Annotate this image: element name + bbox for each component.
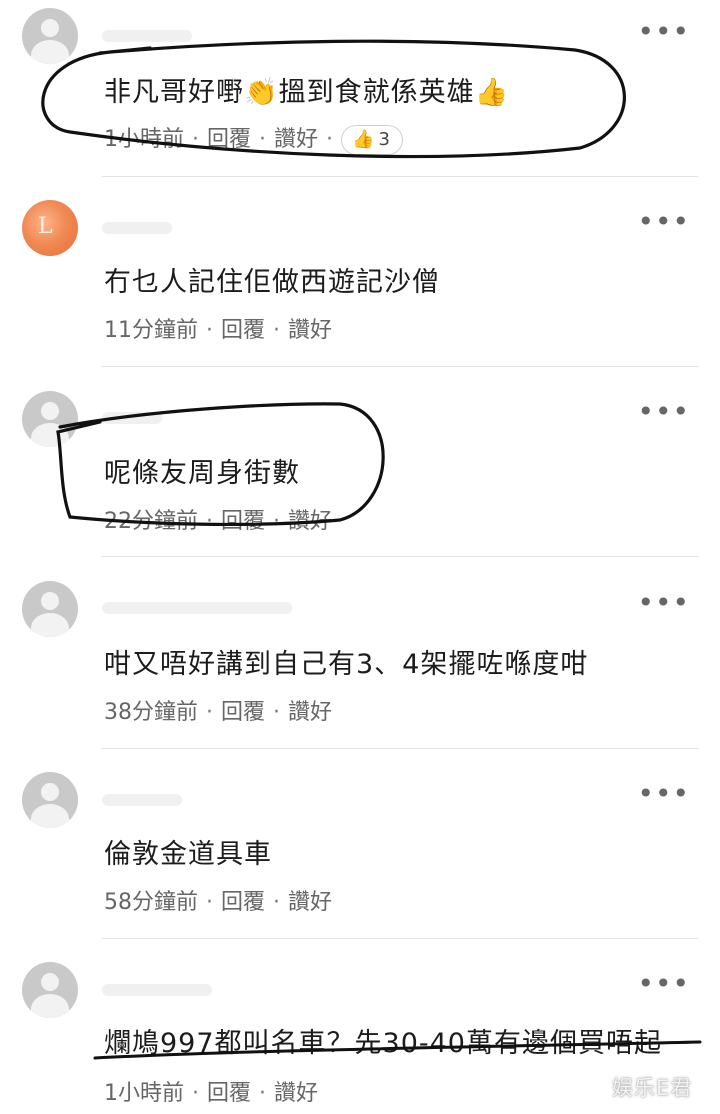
timestamp: 11分鐘前 bbox=[104, 318, 198, 343]
like-button[interactable]: 讚好 bbox=[274, 1075, 318, 1107]
timestamp: 38分鐘前 bbox=[104, 700, 198, 725]
avatar[interactable] bbox=[22, 772, 78, 828]
separator-dot: · bbox=[326, 127, 334, 152]
separator-dot: · bbox=[259, 1081, 267, 1106]
timestamp: 1小時前 bbox=[104, 127, 184, 152]
separator-dot: · bbox=[259, 127, 267, 152]
comment-text: 爛鳩997都叫名車？先30-40萬有邊個買唔起 bbox=[104, 1028, 662, 1059]
avatar[interactable] bbox=[22, 581, 78, 637]
more-options-icon[interactable]: ••• bbox=[637, 208, 690, 236]
separator-dot: · bbox=[273, 318, 281, 343]
like-button[interactable]: 讚好 bbox=[288, 503, 332, 535]
separator-dot: · bbox=[273, 700, 281, 725]
reply-button[interactable]: 回覆 bbox=[207, 121, 251, 153]
divider bbox=[102, 176, 698, 177]
separator-dot: · bbox=[192, 127, 199, 152]
separator-dot: · bbox=[192, 1081, 199, 1106]
timestamp: 1小時前 bbox=[104, 1081, 184, 1106]
comment-text: 倫敦金道具車 bbox=[104, 839, 272, 870]
more-options-icon[interactable]: ••• bbox=[637, 589, 690, 617]
divider bbox=[102, 366, 698, 367]
reply-button[interactable]: 回覆 bbox=[221, 884, 265, 916]
comment-meta: 22分鐘前 · 回覆 · 讚好 bbox=[104, 503, 332, 535]
more-options-icon[interactable]: ••• bbox=[637, 18, 690, 46]
ink-annotations bbox=[41, 39, 702, 1060]
name-redacted bbox=[102, 222, 172, 234]
timestamp: 22分鐘前 bbox=[104, 509, 198, 534]
separator-dot: · bbox=[273, 509, 281, 534]
comment-text: 冇乜人記住佢做西遊記沙僧 bbox=[104, 267, 440, 298]
like-button[interactable]: 讚好 bbox=[288, 312, 332, 344]
like-button[interactable]: 讚好 bbox=[288, 694, 332, 726]
separator-dot: · bbox=[273, 890, 281, 915]
like-button[interactable]: 讚好 bbox=[274, 121, 318, 153]
comment-meta: 38分鐘前 · 回覆 · 讚好 bbox=[104, 694, 332, 726]
like-button[interactable]: 讚好 bbox=[288, 884, 332, 916]
separator-dot: · bbox=[206, 509, 213, 534]
avatar[interactable] bbox=[22, 391, 78, 447]
comment-meta: 1小時前 · 回覆 · 讚好 · 👍 3 bbox=[104, 121, 403, 155]
reaction-count: 3 bbox=[378, 129, 390, 150]
divider bbox=[102, 748, 698, 749]
comment-meta: 58分鐘前 · 回覆 · 讚好 bbox=[104, 884, 332, 916]
comment-meta: 11分鐘前 · 回覆 · 讚好 bbox=[104, 312, 332, 344]
thumbs-up-icon: 👍 bbox=[352, 129, 375, 150]
comment-text: 非凡哥好嘢👏搵到食就係英雄👍 bbox=[104, 70, 509, 109]
separator-dot: · bbox=[206, 318, 213, 343]
comment-meta: 1小時前 · 回覆 · 讚好 bbox=[104, 1075, 318, 1107]
reply-button[interactable]: 回覆 bbox=[207, 1075, 251, 1107]
more-options-icon[interactable]: ••• bbox=[637, 780, 690, 808]
avatar[interactable] bbox=[22, 8, 78, 64]
more-options-icon[interactable]: ••• bbox=[637, 398, 690, 426]
avatar-letter: L bbox=[38, 214, 53, 239]
name-redacted bbox=[102, 30, 192, 42]
avatar[interactable] bbox=[22, 962, 78, 1018]
separator-dot: · bbox=[206, 890, 213, 915]
timestamp: 58分鐘前 bbox=[104, 890, 198, 915]
reply-button[interactable]: 回覆 bbox=[221, 312, 265, 344]
comment-text: 呢條友周身街數 bbox=[104, 458, 300, 489]
avatar[interactable]: L bbox=[22, 200, 78, 256]
separator-dot: · bbox=[206, 700, 213, 725]
name-redacted bbox=[102, 984, 212, 996]
name-redacted bbox=[102, 412, 162, 424]
reply-button[interactable]: 回覆 bbox=[221, 694, 265, 726]
divider bbox=[102, 938, 698, 939]
more-options-icon[interactable]: ••• bbox=[637, 970, 690, 998]
reaction-badge[interactable]: 👍 3 bbox=[341, 125, 403, 155]
comment-text-content: 非凡哥好嘢👏搵到食就係英雄👍 bbox=[104, 77, 510, 108]
divider bbox=[102, 556, 698, 557]
comment-text: 咁又唔好講到自己有3、4架擺咗喺度咁 bbox=[104, 649, 589, 680]
watermark: 娱乐E君 bbox=[612, 1076, 693, 1100]
name-redacted bbox=[102, 794, 182, 806]
name-redacted bbox=[102, 602, 292, 614]
reply-button[interactable]: 回覆 bbox=[221, 503, 265, 535]
